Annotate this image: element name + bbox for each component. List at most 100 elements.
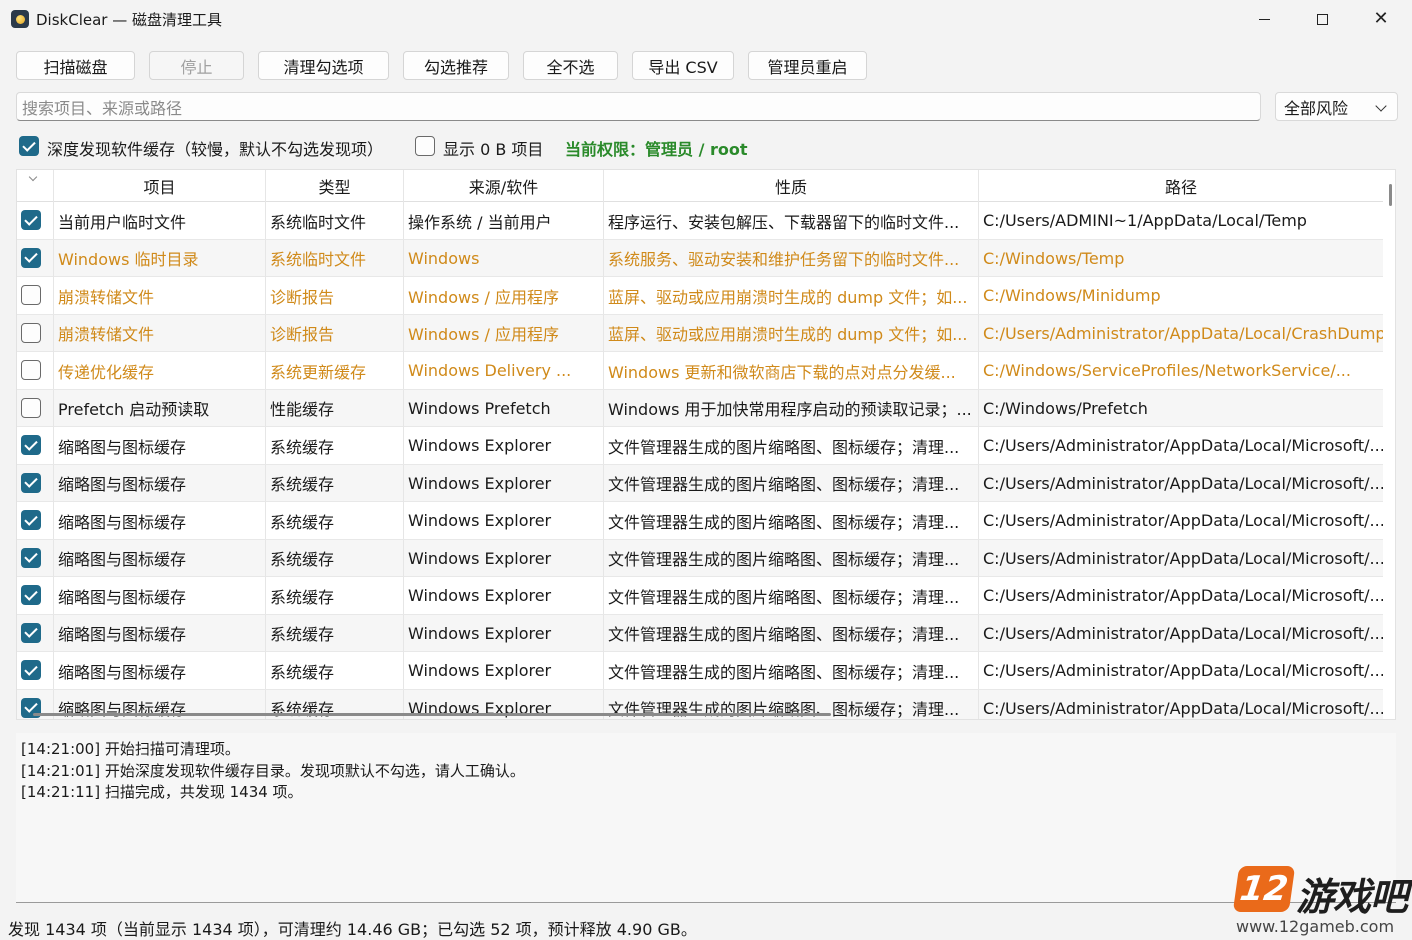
watermark-name: 游戏吧 [1296,875,1408,919]
table-row[interactable]: 缩略图与图标缓存 系统缓存 Windows Explorer 文件管理器生成的图片缩略… [17,502,1383,540]
log-panel: [14:21:00] 开始扫描可清理项。 [14:21:01] 开始深度发现软件… [16,733,1396,903]
column-header-source[interactable]: 来源/软件 [404,170,604,202]
cell-select [17,652,54,689]
row-checkbox[interactable] [21,585,41,605]
column-header-nature[interactable]: 性质 [604,170,979,202]
table-row[interactable]: 缩略图与图标缓存 系统缓存 Windows Explorer 文件管理器生成的图片缩略… [17,539,1383,577]
cell-nature: 文件管理器生成的图片缩略图、图标缓存；清理... [604,427,979,464]
cell-item: 崩溃转储文件 [54,277,266,314]
horizontal-scrollbar[interactable] [33,713,831,716]
table-row[interactable]: 当前用户临时文件 系统临时文件 操作系统 / 当前用户 程序运行、安装包解压、下载器留… [17,202,1383,240]
cell-nature: 文件管理器生成的图片缩略图、图标缓存；清理... [604,502,979,539]
cell-path: C:/Windows/ServiceProfiles/NetworkServic… [983,361,1351,380]
cell-select [17,464,54,502]
column-header-type[interactable]: 类型 [266,170,404,202]
show-zero-label: 显示 0 B 项目 [443,140,544,159]
cell-path: C:/Users/Administrator/AppData/Local/Mic… [983,436,1383,455]
row-checkbox[interactable] [21,660,41,680]
cell-type: 系统临时文件 [266,202,404,239]
cell-item: 缩略图与图标缓存 [54,652,266,689]
cell-source: Windows / 应用程序 [404,277,604,314]
cell-item: Windows 临时目录 [54,239,266,277]
cell-item: Prefetch 启动预读取 [54,389,266,427]
vertical-scrollbar[interactable] [1389,184,1392,206]
search-input[interactable]: 搜索项目、来源或路径 [16,92,1261,121]
table-row[interactable]: 传递优化缓存 系统更新缓存 Windows Delivery ... Windows … [17,352,1383,390]
row-checkbox[interactable] [21,472,41,493]
cell-path: C:/Users/ADMINI~1/AppData/Local/Temp [983,211,1307,230]
cell-item: 缩略图与图标缓存 [54,539,266,577]
cell-source: Windows Prefetch [404,389,604,427]
cell-type: 系统临时文件 [266,239,404,277]
maximize-icon [1316,13,1328,25]
row-checkbox[interactable] [21,360,41,380]
show-zero-checkbox[interactable] [415,136,435,156]
cell-select [17,427,54,464]
table-row[interactable]: 缩略图与图标缓存 系统缓存 Windows Explorer 文件管理器生成的图片缩略… [17,577,1383,615]
admin-restart-button[interactable]: 管理员重启 [748,51,867,80]
deep-scan-checkbox[interactable] [19,136,39,156]
status-bar: 发现 1434 项（当前显示 1434 项），可清理约 14.46 GB；已勾选… [8,920,697,939]
cell-nature: 文件管理器生成的图片缩略图、图标缓存；清理... [604,652,979,689]
row-checkbox[interactable] [21,247,41,268]
cell-path: C:/Users/Administrator/AppData/Local/Cra… [983,323,1383,343]
cell-source: Windows Explorer [404,464,604,502]
cell-path: C:/Users/Administrator/AppData/Local/Mic… [983,698,1383,718]
cell-item: 传递优化缓存 [54,352,266,389]
clean-selected-button[interactable]: 清理勾选项 [258,51,389,80]
table-row[interactable]: Prefetch 启动预读取 性能缓存 Windows Prefetch Window… [17,389,1383,427]
cell-source: 操作系统 / 当前用户 [404,202,604,239]
column-header-item[interactable]: 项目 [54,170,266,202]
risk-filter-select[interactable]: 全部风险 [1275,92,1398,121]
row-checkbox[interactable] [21,547,41,568]
column-header-path[interactable]: 路径 [979,170,1383,202]
table-row[interactable]: 缩略图与图标缓存 系统缓存 Windows Explorer 文件管理器生成的图片缩略… [17,652,1383,690]
row-checkbox[interactable] [21,510,41,530]
stop-button[interactable]: 停止 [149,51,244,80]
cell-type: 系统缓存 [266,464,404,502]
cell-select [17,614,54,652]
cell-select [17,202,54,239]
row-checkbox[interactable] [21,210,41,230]
log-line: [14:21:00] 开始扫描可清理项。 [21,740,240,758]
cell-item: 缩略图与图标缓存 [54,614,266,652]
row-checkbox[interactable] [21,285,41,305]
cell-type: 系统缓存 [266,652,404,689]
row-checkbox[interactable] [21,435,41,455]
cell-item: 崩溃转储文件 [54,314,266,352]
cell-path: C:/Users/Administrator/AppData/Local/Mic… [983,511,1383,530]
cell-select [17,577,54,614]
cell-type: 诊断报告 [266,277,404,314]
table-row[interactable]: 崩溃转储文件 诊断报告 Windows / 应用程序 蓝屏、驱动或应用崩溃时生成的 d… [17,314,1383,352]
select-column-header[interactable] [17,170,54,202]
watermark-url: www.12gameb.com [1236,917,1395,936]
watermark-badge: 12 [1232,866,1296,912]
cell-nature: 蓝屏、驱动或应用崩溃时生成的 dump 文件；如... [604,314,979,352]
cell-source: Windows Explorer [404,502,604,539]
close-button[interactable]: ✕ [1352,0,1410,38]
watermark-logo: 12 游戏吧 www.12gameb.com [1232,862,1412,940]
cell-item: 缩略图与图标缓存 [54,464,266,502]
cell-nature: Windows 更新和微软商店下载的点对点分发缓... [604,352,979,389]
cell-nature: 程序运行、安装包解压、下载器留下的临时文件... [604,202,979,239]
cell-path: C:/Users/Administrator/AppData/Local/Mic… [983,586,1383,605]
select-recommended-button[interactable]: 勾选推荐 [403,51,509,80]
cell-type: 系统缓存 [266,502,404,539]
cell-type: 诊断报告 [266,314,404,352]
deselect-all-button[interactable]: 全不选 [523,51,618,80]
table-row[interactable]: Windows 临时目录 系统临时文件 Windows 系统服务、驱动安装和维护任务留… [17,239,1383,277]
scan-disk-button[interactable]: 扫描磁盘 [16,51,135,80]
cell-select [17,539,54,577]
maximize-button[interactable] [1293,0,1351,38]
table-row[interactable]: 崩溃转储文件 诊断报告 Windows / 应用程序 蓝屏、驱动或应用崩溃时生成的 d… [17,277,1383,315]
row-checkbox[interactable] [21,622,41,643]
table-row[interactable]: 缩略图与图标缓存 系统缓存 Windows Explorer 文件管理器生成的图片缩略… [17,464,1383,502]
table-row[interactable]: 缩略图与图标缓存 系统缓存 Windows Explorer 文件管理器生成的图片缩略… [17,614,1383,652]
table-row[interactable]: 缩略图与图标缓存 系统缓存 Windows Explorer 文件管理器生成的图片缩略… [17,427,1383,465]
row-checkbox[interactable] [21,322,41,343]
cell-source: Windows / 应用程序 [404,314,604,352]
row-checkbox[interactable] [21,397,41,418]
export-csv-button[interactable]: 导出 CSV [632,51,734,80]
cell-select [17,314,54,352]
minimize-button[interactable] [1235,0,1293,38]
